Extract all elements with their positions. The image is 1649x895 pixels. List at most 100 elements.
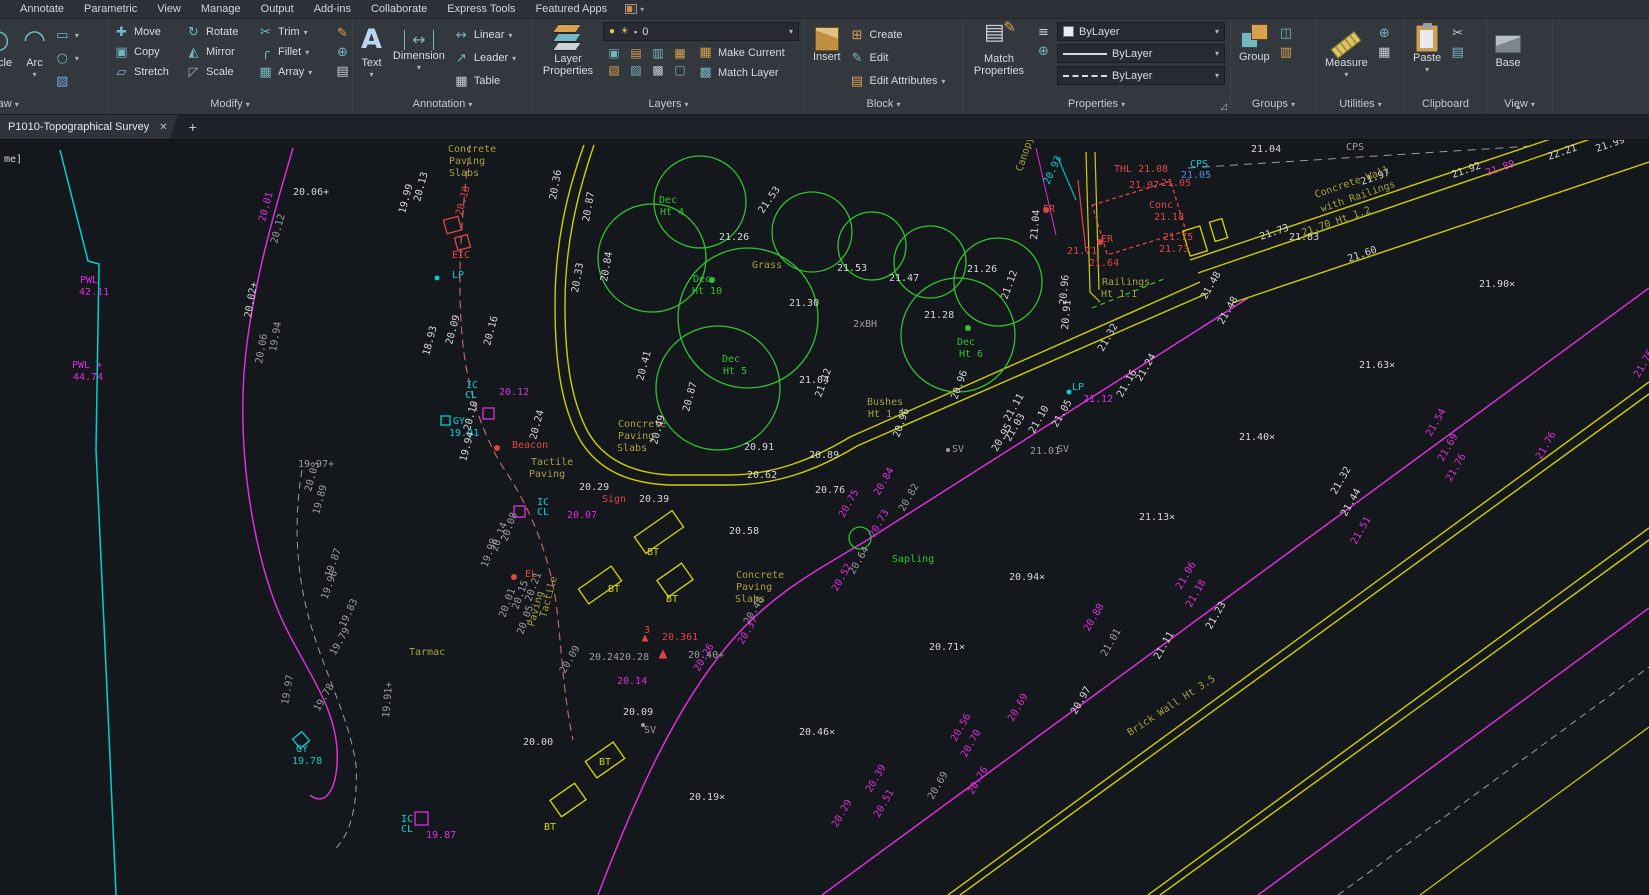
linetype-select[interactable]: ByLayer ▾ [1057, 66, 1225, 85]
survey-label[interactable]: BT [647, 547, 659, 558]
survey-label[interactable]: 21.51 [1349, 515, 1374, 547]
survey-label[interactable]: 19.91+ [381, 681, 395, 718]
survey-label[interactable]: 19.97 [280, 674, 296, 706]
survey-label[interactable]: 20.18 [454, 185, 472, 217]
survey-label[interactable]: GY [296, 744, 308, 755]
survey-label[interactable]: 21.89 [1484, 159, 1516, 179]
menu-tab-express-tools[interactable]: Express Tools [437, 2, 525, 16]
survey-label[interactable]: 21.05 [1050, 398, 1075, 430]
survey-label[interactable]: CPS [1190, 159, 1208, 170]
layer-isolate-icon[interactable]: ▣ [603, 44, 625, 61]
panel-label-clipboard[interactable]: Clipboard [1405, 97, 1486, 114]
survey-label[interactable]: 20.41 [635, 350, 653, 382]
mirror-button[interactable]: ◭Mirror [185, 42, 257, 62]
survey-label[interactable]: 20.58 [729, 526, 759, 537]
survey-symbol[interactable] [550, 783, 586, 817]
layer-freeze-icon[interactable]: ▥ [647, 44, 669, 61]
survey-label[interactable]: 19.98 [319, 569, 340, 601]
survey-label[interactable]: ER [1101, 234, 1114, 245]
group-button[interactable]: Group [1236, 22, 1273, 64]
survey-label[interactable]: BT [599, 757, 611, 768]
survey-label[interactable]: Tarmac [409, 647, 445, 658]
survey-label[interactable]: 42.11 [79, 287, 109, 298]
survey-label[interactable]: 21.63× [1359, 360, 1395, 371]
survey-label[interactable]: SV [1057, 444, 1069, 455]
survey-label[interactable]: 19.83 [338, 597, 361, 629]
survey-label[interactable]: Paving [449, 156, 485, 167]
survey-label[interactable]: 20.09 [623, 707, 653, 718]
properties-list-icon[interactable]: ≡ [1035, 24, 1052, 40]
survey-label[interactable]: 20.84 [872, 466, 897, 498]
panel-label-groups[interactable]: Groups ▾ [1231, 97, 1316, 114]
survey-label[interactable]: Ht 4 [660, 207, 684, 218]
survey-label[interactable]: Tactile [531, 457, 573, 468]
survey-label[interactable]: 20.19× [689, 792, 725, 803]
survey-label[interactable]: 20.97 [1069, 685, 1094, 717]
survey-label[interactable]: 19.79 [328, 626, 353, 658]
survey-label[interactable]: 21.40× [1239, 432, 1275, 443]
survey-label[interactable]: 2xBH [853, 319, 877, 330]
survey-label[interactable]: CL [401, 824, 413, 835]
make-current-button[interactable]: ▦Make Current [697, 44, 785, 61]
survey-label[interactable]: 19.87 [426, 830, 456, 841]
survey-label[interactable]: 20.02+ [243, 281, 260, 318]
survey-label[interactable]: 20.33 [570, 262, 586, 294]
survey-symbol[interactable] [435, 276, 440, 281]
survey-label[interactable]: Canopy [1014, 140, 1036, 173]
survey-label[interactable]: EIC [452, 250, 470, 261]
survey-label[interactable]: 22.21 [1546, 143, 1578, 163]
survey-label[interactable]: 21.07 [1129, 180, 1159, 191]
layer-walk-icon[interactable]: ▩ [647, 61, 669, 78]
panel-launcher-icon[interactable]: ◿ [1220, 102, 1227, 112]
survey-label[interactable]: 21.13× [1139, 512, 1175, 523]
survey-label[interactable]: 20.69 [1006, 692, 1031, 724]
survey-label[interactable]: 20.93 [1042, 154, 1065, 186]
move-button[interactable]: ✚Move [113, 22, 185, 42]
survey-label[interactable]: SV [644, 725, 656, 736]
survey-label[interactable]: 21.73 [1159, 244, 1189, 255]
rotate-button[interactable]: ↻Rotate [185, 22, 257, 42]
survey-symbol[interactable] [483, 408, 494, 419]
panel-label-block[interactable]: Block ▾ [805, 97, 962, 114]
drawing-canvas[interactable]: me]ConcretePavingSlabs20.1319.9920.18EIC… [0, 140, 1649, 895]
survey-label[interactable]: Sapling [892, 554, 934, 565]
survey-label[interactable]: 20.46× [799, 727, 835, 738]
survey-label[interactable]: 20.29 [830, 798, 855, 830]
survey-label[interactable]: Paving [736, 582, 772, 593]
kerb-diagonal-3[interactable] [1420, 727, 1649, 895]
table-button[interactable]: ▦Table [453, 71, 516, 91]
survey-label[interactable]: 21.32 [1329, 465, 1354, 497]
edit-block-button[interactable]: ✎Edit [849, 48, 946, 68]
menu-tab-collaborate[interactable]: Collaborate [361, 2, 437, 16]
survey-label[interactable]: 20.89 [809, 450, 839, 461]
survey-label[interactable]: Dec [722, 354, 740, 365]
survey-label[interactable]: 21.16 [1115, 368, 1140, 400]
layer-lock-icon[interactable]: ▧ [603, 61, 625, 78]
survey-label[interactable]: 21.73 [1258, 223, 1290, 243]
match-properties-button[interactable]: ▤✎ Match Properties [968, 22, 1030, 78]
survey-label[interactable]: 20.12 [269, 213, 287, 245]
survey-symbol[interactable] [441, 416, 450, 425]
stretch-button[interactable]: ▱Stretch [113, 62, 185, 82]
survey-label[interactable]: 21.04 [1251, 144, 1281, 155]
quick-calc-icon[interactable]: ▦ [1376, 44, 1393, 60]
base-button[interactable]: Base [1492, 22, 1524, 70]
circle-button[interactable]: ○ Circle ▾ [0, 22, 15, 82]
survey-label[interactable]: Ht 5 [723, 366, 747, 377]
survey-label[interactable]: CPS [1346, 142, 1364, 153]
layer-off-icon[interactable]: ▦ [669, 44, 691, 61]
survey-label[interactable]: Brick Wall Ht 3.5 [1126, 674, 1218, 739]
panel-label-draw[interactable]: Draw ▾ [0, 97, 107, 114]
survey-label[interactable]: 20.29 [579, 482, 609, 493]
survey-label[interactable]: 21.18 [1154, 212, 1184, 223]
survey-label[interactable]: Railings [1102, 277, 1150, 288]
survey-label[interactable]: LP [452, 270, 464, 281]
road-edge-diagonal-2[interactable] [1258, 608, 1649, 895]
survey-label[interactable]: 20.06+ [293, 187, 329, 198]
survey-label[interactable]: 21.23 [1204, 600, 1229, 632]
menu-tab-featured-apps[interactable]: Featured Apps [526, 2, 618, 16]
survey-label[interactable]: 20.14 [617, 676, 647, 687]
lineweight-select[interactable]: ByLayer ▾ [1057, 44, 1225, 63]
survey-label[interactable]: Ht 6 [959, 349, 983, 360]
survey-label[interactable]: 19.94 [268, 321, 284, 353]
